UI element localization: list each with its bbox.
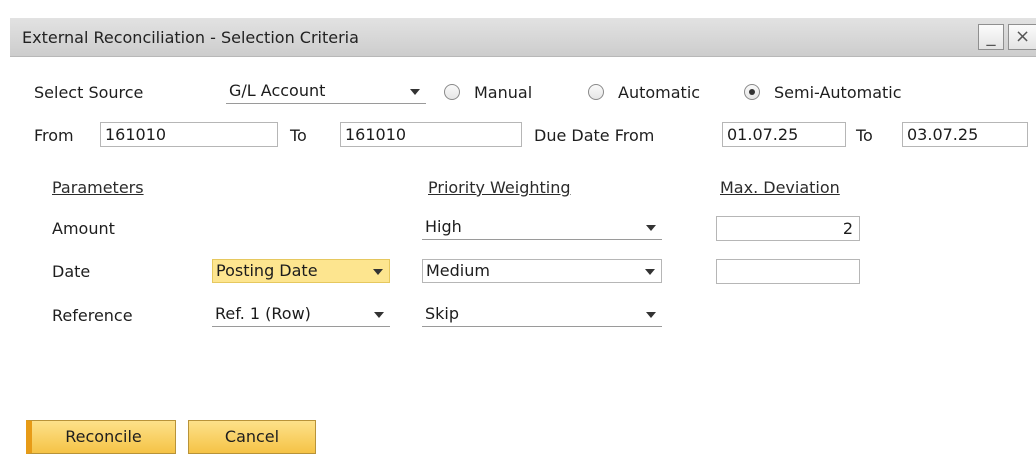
amount-priority-value: High xyxy=(425,217,462,236)
reconciliation-window: External Reconciliation - Selection Crit… xyxy=(0,0,1036,468)
priority-weighting-header: Priority Weighting xyxy=(428,178,571,197)
radio-manual[interactable] xyxy=(444,84,460,100)
close-button[interactable]: × xyxy=(1008,24,1036,50)
select-source-label: Select Source xyxy=(34,83,144,102)
date-priority-dropdown[interactable]: Medium xyxy=(422,259,662,283)
reference-priority-value: Skip xyxy=(425,304,460,323)
due-date-from-label: Due Date From xyxy=(534,126,655,145)
date-type-value: Posting Date xyxy=(216,261,318,280)
radio-semi-automatic-label[interactable]: Semi-Automatic xyxy=(774,83,902,102)
reconcile-button[interactable]: Reconcile xyxy=(26,420,176,454)
reference-type-dropdown[interactable]: Ref. 1 (Row) xyxy=(212,303,390,327)
chevron-down-icon xyxy=(646,225,656,231)
parameters-header: Parameters xyxy=(52,178,144,197)
due-to-label: To xyxy=(856,126,873,145)
due-date-from-field[interactable]: 01.07.25 xyxy=(722,122,846,147)
to-account-field[interactable]: 161010 xyxy=(340,122,522,147)
chevron-down-icon xyxy=(374,312,384,318)
param-reference-label: Reference xyxy=(52,306,133,325)
window-title: External Reconciliation - Selection Crit… xyxy=(22,28,359,47)
radio-selected-dot xyxy=(749,89,755,95)
from-account-field[interactable]: 161010 xyxy=(100,122,278,147)
param-date-label: Date xyxy=(52,262,91,281)
date-type-dropdown[interactable]: Posting Date xyxy=(212,259,390,283)
reference-priority-dropdown[interactable]: Skip xyxy=(422,303,662,327)
chevron-down-icon xyxy=(373,269,383,275)
radio-manual-label[interactable]: Manual xyxy=(474,83,532,102)
amount-priority-dropdown[interactable]: High xyxy=(422,216,662,240)
radio-automatic[interactable] xyxy=(588,84,604,100)
date-deviation-field[interactable] xyxy=(716,259,860,284)
due-date-to-field[interactable]: 03.07.25 xyxy=(902,122,1028,147)
reference-type-value: Ref. 1 (Row) xyxy=(215,304,311,323)
source-dropdown-value: G/L Account xyxy=(229,81,326,100)
cancel-button[interactable]: Cancel xyxy=(188,420,316,454)
radio-automatic-label[interactable]: Automatic xyxy=(618,83,700,102)
from-label: From xyxy=(34,126,74,145)
to-label: To xyxy=(290,126,307,145)
param-amount-label: Amount xyxy=(52,219,115,238)
chevron-down-icon xyxy=(646,312,656,318)
date-priority-value: Medium xyxy=(426,261,490,280)
chevron-down-icon xyxy=(645,269,655,275)
source-dropdown[interactable]: G/L Account xyxy=(226,80,426,104)
minimize-button[interactable]: _ xyxy=(978,24,1004,50)
amount-deviation-field[interactable]: 2 xyxy=(716,216,860,241)
radio-semi-automatic[interactable] xyxy=(744,84,760,100)
chevron-down-icon xyxy=(410,89,420,95)
max-deviation-header: Max. Deviation xyxy=(720,178,840,197)
title-bar: External Reconciliation - Selection Crit… xyxy=(10,18,1036,57)
